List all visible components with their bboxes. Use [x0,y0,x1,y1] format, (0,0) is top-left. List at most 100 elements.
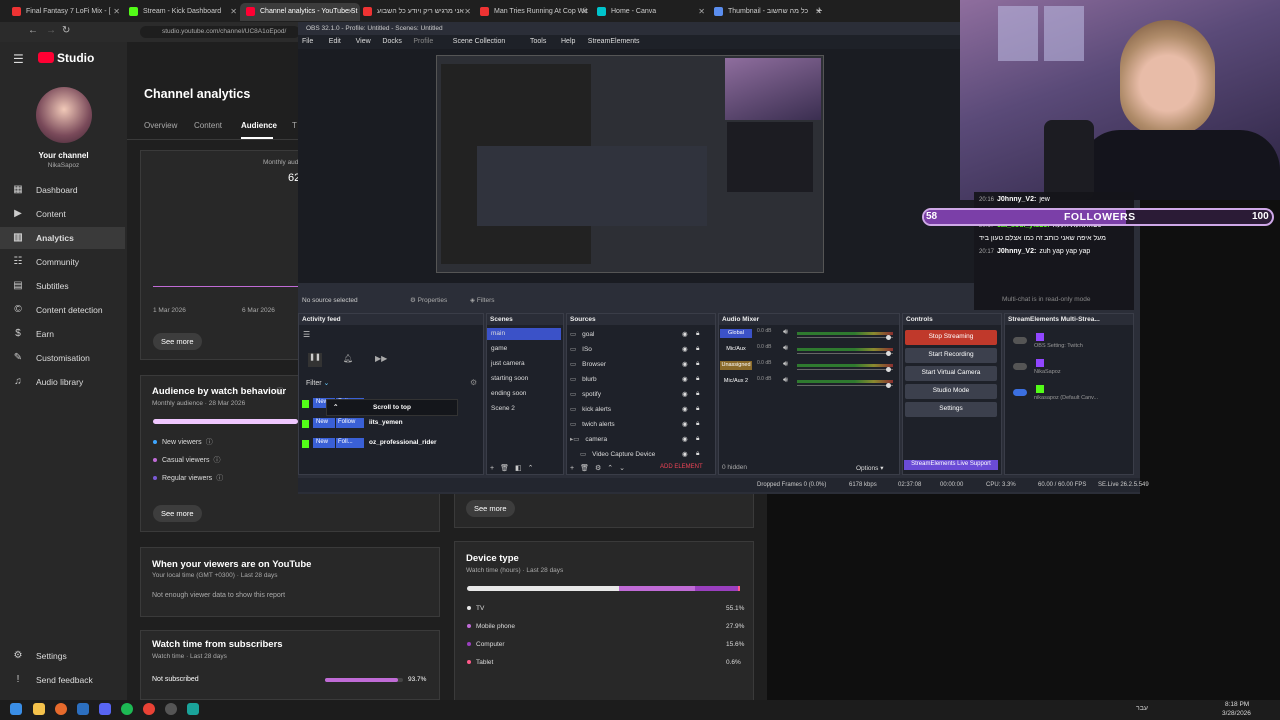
obs-menu-edit[interactable]: Edit [329,38,341,45]
browser-tab[interactable]: Man Tries Running At Cop Wit ✕ [474,3,594,21]
tab-overview[interactable]: Overview [144,121,177,130]
new-tab-button[interactable]: + [816,5,822,17]
trash-scene-icon[interactable]: 🗑︎ [500,465,515,472]
obs-menu-scene-collection[interactable]: Scene Collection [453,38,506,45]
volume-slider[interactable] [797,337,893,338]
lock-icon[interactable]: 🔒︎ [696,405,699,413]
browser-tab[interactable]: אני מרגיש ריק ויודע כל השבוע ✕ [357,3,477,21]
sidebar-item-community[interactable]: ☷ Community [0,251,125,273]
obs-icon[interactable] [165,703,177,715]
browser-tab[interactable]: Channel analytics - YouTube St ✕ [240,3,360,21]
se-support-button[interactable]: StreamElements Live Support [904,460,998,470]
volume-slider[interactable] [797,353,893,354]
chat-app-icon[interactable] [77,703,89,715]
skip-icon[interactable]: ▶▶ [375,354,387,363]
sidebar-item-audio-library[interactable]: ♫ Audio library [0,371,125,393]
volume-handle[interactable] [886,367,891,372]
back-icon[interactable]: ← [28,25,38,36]
scene-item[interactable]: main [487,328,561,340]
add-scene-icon[interactable]: + [490,465,500,472]
obs-menu-view[interactable]: View [356,38,371,45]
volume-slider[interactable] [797,369,893,370]
see-more-behaviour-button[interactable]: See more [153,505,202,522]
obs-menu-profile[interactable]: Profile [413,38,433,45]
filters-button[interactable]: ◈ Filters [470,296,495,304]
info-icon[interactable]: ⓘ [276,386,284,397]
volume-handle[interactable] [886,335,891,340]
scene-filter-icon[interactable]: ◧ [515,465,528,472]
close-icon[interactable]: ✕ [347,7,354,16]
windows-start-icon[interactable] [10,703,22,715]
speaker-icon[interactable]: 🔊︎ [783,343,788,353]
add-element-button[interactable]: ADD ELEMENT [660,464,703,470]
lock-icon[interactable]: 🔒︎ [696,375,699,383]
toggle-switch[interactable] [1013,363,1027,370]
source-item[interactable]: ▭ kick alerts ◉ 🔒︎ [570,405,710,417]
obs-preview[interactable] [298,49,974,283]
tab-content[interactable]: Content [194,121,222,130]
youtube-logo[interactable] [38,52,54,63]
discord-icon[interactable] [99,703,111,715]
app-icon[interactable] [187,703,199,715]
obs-menu-tools[interactable]: Tools [530,38,546,45]
close-icon[interactable]: ✕ [698,7,705,16]
file-explorer-icon[interactable] [33,703,45,715]
source-item[interactable]: ▭ goal ◉ 🔒︎ [570,330,710,342]
control-stop-streaming[interactable]: Stop Streaming [905,330,997,345]
sidebar-item-earn[interactable]: $ Earn [0,323,125,345]
source-item[interactable]: ▭ ISo ◉ 🔒︎ [570,345,710,357]
source-settings-icon[interactable]: ⚙ [595,465,607,472]
sidebar-item-subtitles[interactable]: ▤ Subtitles [0,275,125,297]
eye-icon[interactable]: ◉ [682,420,688,428]
properties-button[interactable]: ⚙ Properties [410,296,447,304]
sidebar-item-customisation[interactable]: ✎ Customisation [0,347,125,369]
lock-icon[interactable]: 🔒︎ [696,450,699,458]
speaker-icon[interactable]: 🔊︎ [783,359,788,369]
sidebar-item-analytics[interactable]: ▥ Analytics [0,227,125,249]
toggle-switch[interactable] [1013,389,1027,396]
scene-up-icon[interactable]: ⌃ [528,465,540,472]
lock-icon[interactable]: 🔒︎ [696,345,699,353]
source-item[interactable]: ▭ blurb ◉ 🔒︎ [570,375,710,387]
source-item[interactable]: ▭ Browser ◉ 🔒︎ [570,360,710,372]
sidebar-item-content[interactable]: ▶ Content [0,203,125,225]
info-icon[interactable]: ⓘ [213,457,220,464]
menu-icon[interactable]: ☰ [13,52,24,66]
sidebar-item-settings[interactable]: ⚙ Settings [0,645,125,667]
browser-tab[interactable]: Stream - Kick Dashboard ✕ [123,3,243,21]
control-settings[interactable]: Settings [905,402,997,417]
obs-menu-streamelements[interactable]: StreamElements [588,38,640,45]
source-down-icon[interactable]: ⌄ [619,465,631,472]
source-item[interactable]: ▭ twich alerts ◉ 🔒︎ [570,420,710,432]
info-icon[interactable]: ⓘ [206,439,213,446]
source-item[interactable]: ▭ Video Capture Device ◉ 🔒︎ [570,450,710,462]
lock-icon[interactable]: 🔒︎ [696,360,699,368]
filter-dropdown[interactable]: Filter ⌄ [306,379,329,387]
sidebar-item-dashboard[interactable]: ▦ Dashboard [0,179,125,201]
spotify-icon[interactable] [121,703,133,715]
lock-icon[interactable]: 🔒︎ [696,390,699,398]
close-icon[interactable]: ✕ [113,7,120,16]
lock-icon[interactable]: 🔒︎ [696,420,699,428]
see-more-device-button[interactable]: See more [466,500,515,517]
event-user[interactable]: iits_yemen [369,419,403,426]
eye-icon[interactable]: ◉ [682,450,688,458]
mixer-options-button[interactable]: Options ▾ [856,464,883,472]
chrome-icon[interactable] [143,703,155,715]
source-item[interactable]: ▭ spotify ◉ 🔒︎ [570,390,710,402]
event-user[interactable]: oz_professional_rider [369,439,437,446]
clock-time[interactable]: 8:18 PM [1225,701,1249,708]
control-start-virtual-camera[interactable]: Start Virtual Camera [905,366,997,381]
browser-tab[interactable]: Home - Canva ✕ [591,3,711,21]
scene-item[interactable]: Scene 2 [487,403,561,415]
scene-item[interactable]: starting soon [487,373,561,385]
clock-date[interactable]: 3/28/2026 [1222,710,1251,717]
eye-icon[interactable]: ◉ [682,390,688,398]
lock-icon[interactable]: 🔒︎ [696,330,699,338]
sidebar-item-content-detection[interactable]: © Content detection [0,299,125,321]
toggle-switch[interactable] [1013,337,1027,344]
obs-menu-docks[interactable]: Docks [382,38,401,45]
activity-settings-icon[interactable]: ⚙ [470,378,477,387]
volume-slider[interactable] [797,385,893,386]
close-icon[interactable]: ✕ [581,7,588,16]
